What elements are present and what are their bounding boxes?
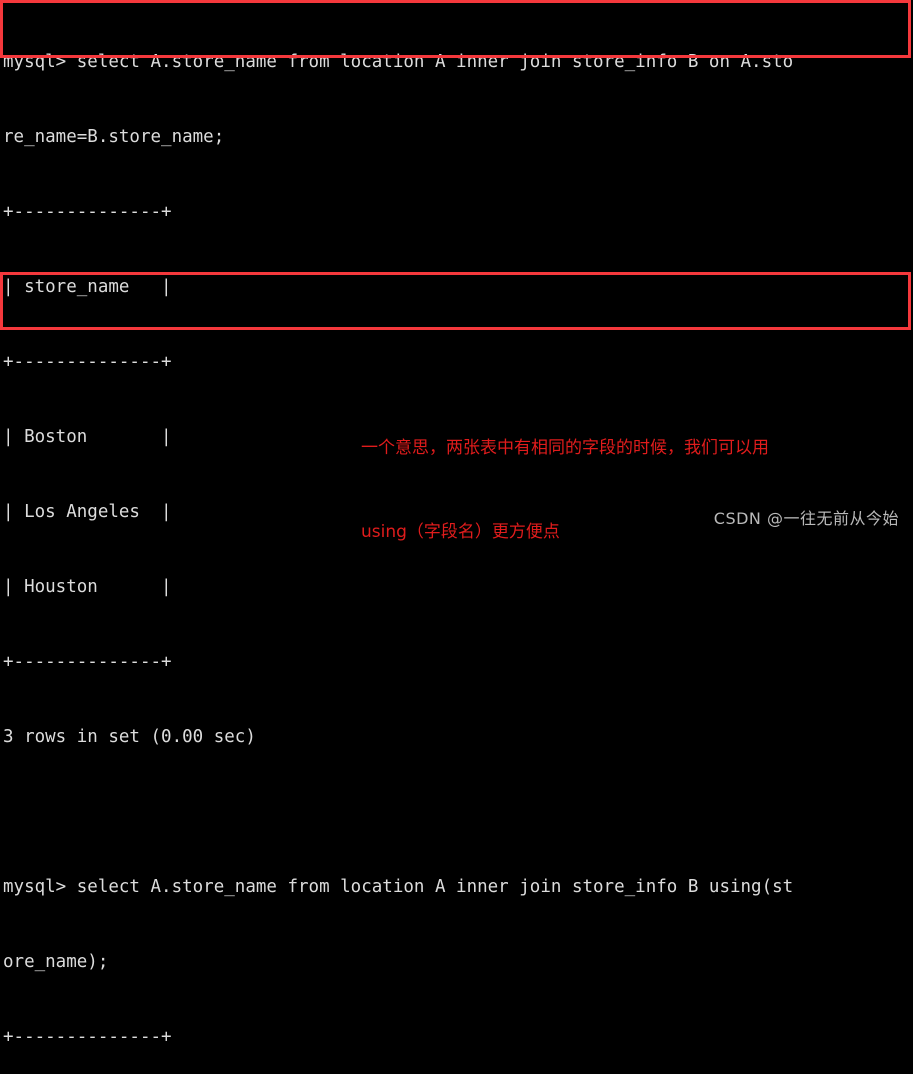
- status-line: 3 rows in set (0.00 sec): [3, 727, 256, 747]
- table-border-top: +--------------+: [3, 202, 172, 222]
- command-line: mysql> select A.store_name from location…: [3, 52, 794, 72]
- annotation-line-1: 一个意思，两张表中有相同的字段的时候，我们可以用: [361, 438, 769, 458]
- table-border-mid: +--------------+: [3, 352, 172, 372]
- annotation-note: 一个意思，两张表中有相同的字段的时候，我们可以用 using（字段名）更方便点: [361, 378, 769, 574]
- command-line-wrapped: ore_name);: [3, 952, 109, 972]
- watermark: CSDN @一往无前从今始: [713, 509, 899, 528]
- annotation-line-2: using（字段名）更方便点: [361, 522, 560, 542]
- table-row: | Houston |: [3, 577, 172, 597]
- command-line: mysql> select A.store_name from location…: [3, 877, 794, 897]
- table-border-bottom: +--------------+: [3, 652, 172, 672]
- table-header-row: | store_name |: [3, 277, 172, 297]
- command-line-wrapped: re_name=B.store_name;: [3, 127, 225, 147]
- table-border-top: +--------------+: [3, 1027, 172, 1047]
